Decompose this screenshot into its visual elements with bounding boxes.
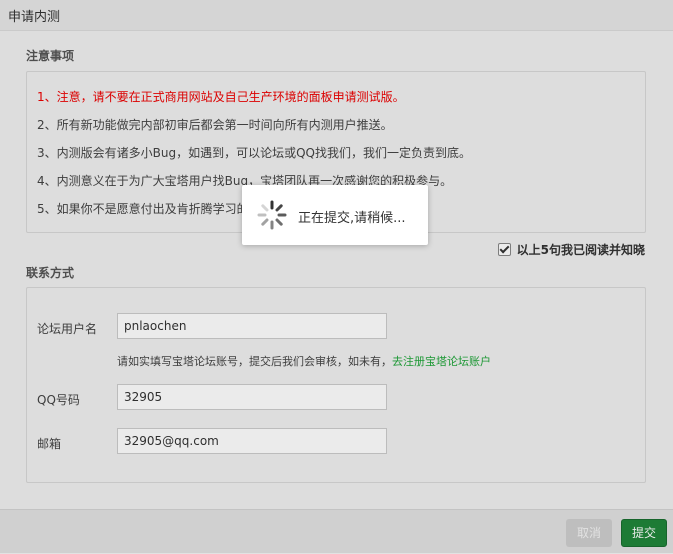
loading-toast: 正在提交,请稍候... <box>242 185 428 245</box>
loading-overlay <box>0 0 673 553</box>
loading-message: 正在提交,请稍候... <box>298 211 406 226</box>
loading-spinner-icon <box>257 200 287 230</box>
